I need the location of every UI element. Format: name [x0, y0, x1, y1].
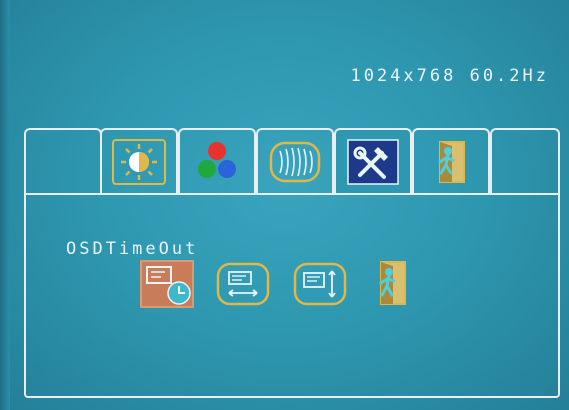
- tab-exit[interactable]: [412, 128, 490, 194]
- vertical-position-icon[interactable]: [292, 259, 348, 309]
- osd-timeout-clock-icon[interactable]: [139, 259, 195, 309]
- tab-blank-right: [490, 128, 560, 194]
- exit-door-icon: [424, 139, 478, 185]
- tools-icon: [346, 139, 400, 185]
- resolution-readout: 1024x768 60.2Hz: [350, 66, 549, 86]
- tab-blank-left: [24, 128, 102, 194]
- section-title: OSDTimeOut: [66, 239, 199, 259]
- tab-tools[interactable]: [334, 128, 412, 194]
- tab-geometry[interactable]: [256, 128, 334, 194]
- brightness-icon: [112, 139, 166, 185]
- monitor-bezel: [0, 0, 10, 410]
- osd-tab-bar: [24, 128, 560, 194]
- tab-color[interactable]: [178, 128, 256, 194]
- exit-door-icon[interactable]: [365, 259, 421, 309]
- horizontal-position-icon[interactable]: [215, 259, 271, 309]
- color-icon: [190, 139, 244, 185]
- tab-brightness[interactable]: [100, 128, 178, 194]
- geometry-icon: [268, 139, 322, 185]
